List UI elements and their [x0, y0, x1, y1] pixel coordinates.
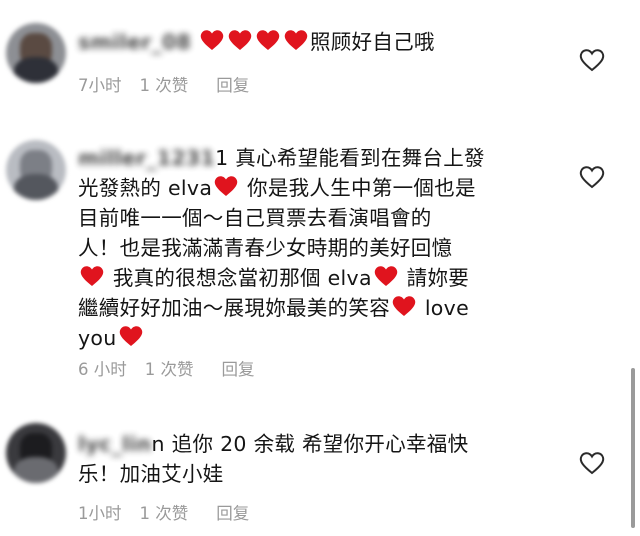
comment-line: 光發熱的 elva 你是我人生中第一個也是 — [78, 176, 476, 200]
comment-line: n 追你 20 余载 希望你开心幸福快 — [152, 432, 469, 456]
heart-emoji-icon — [80, 266, 104, 286]
comment-text: smiler_08 照顾好自己哦 — [78, 27, 548, 57]
heart-outline-icon[interactable] — [578, 164, 606, 190]
avatar[interactable] — [6, 140, 66, 200]
comment-time: 7小时 — [78, 76, 122, 95]
heart-emoji-icon — [256, 30, 280, 50]
heart-emoji-icon — [119, 326, 142, 346]
reply-button[interactable]: 回复 — [216, 500, 249, 524]
comment-line: 目前唯一一個～自己買票去看演唱會的 — [78, 206, 432, 230]
comment-meta: 6 小时 1 次赞 回复 — [78, 356, 255, 380]
comment-line: 1 真心希望能看到在舞台上發 — [215, 146, 485, 170]
comment-line: 人！也是我滿滿青春少女時期的美好回憶 — [78, 236, 452, 260]
comment-likes-count[interactable]: 1 次赞 — [140, 72, 189, 96]
comment-time: 1小时 — [78, 504, 122, 523]
avatar[interactable] — [6, 23, 66, 83]
comment-text-run: 目前唯一一個～自己買票去看演唱會的 — [78, 206, 432, 230]
comment-likes-count[interactable]: 1 次赞 — [145, 356, 194, 380]
comment-line: 乐！加油艾小娃 — [78, 462, 224, 486]
heart-outline-icon[interactable] — [578, 47, 606, 73]
heart-emoji-icon — [284, 30, 308, 50]
heart-outline-icon[interactable] — [578, 450, 606, 476]
heart-emoji-icon — [374, 266, 398, 286]
reply-button[interactable]: 回复 — [222, 356, 255, 380]
comment-text-run: 你是我人生中第一個也是 — [240, 176, 476, 200]
heart-emoji-icon — [214, 176, 238, 196]
comment-text-run: 人！也是我滿滿青春少女時期的美好回憶 — [78, 236, 453, 260]
comment-line: 照顾好自己哦 — [198, 30, 435, 54]
heart-emoji-icon — [200, 30, 224, 50]
comment-meta: 1小时 1 次赞 回复 — [78, 500, 249, 524]
reply-button[interactable]: 回复 — [216, 72, 249, 96]
comment-text-run: 請妳要 — [399, 266, 470, 290]
comment-text: miller_12311 真心希望能看到在舞台上發 光發熱的 elva 你是我人… — [78, 143, 548, 353]
comment-line: 繼續好好加油～展現妳最美的笑容 love — [78, 296, 469, 320]
comment-text: lyc_linn 追你 20 余载 希望你开心幸福快 乐！加油艾小娃 — [78, 429, 548, 489]
heart-emoji-icon — [228, 30, 252, 50]
comment-username[interactable]: smiler_08 — [78, 27, 191, 57]
comment-text-run: 照顾好自己哦 — [309, 30, 435, 54]
comment-username[interactable]: miller_1231 — [78, 143, 215, 173]
scrollbar[interactable] — [631, 368, 635, 528]
avatar[interactable] — [6, 423, 66, 483]
comment-text-run: 我真的很想念當初那個 elva — [106, 266, 372, 290]
comment-likes-count[interactable]: 1 次赞 — [140, 500, 189, 524]
comment-meta: 7小时 1 次赞 回复 — [78, 72, 249, 96]
comment-line: you — [78, 326, 145, 350]
comment-line: 我真的很想念當初那個 elva 請妳要 — [78, 266, 469, 290]
comment-text-run: 光發熱的 elva — [78, 176, 213, 200]
comment-text-run: 1 真心希望能看到在舞台上發 — [215, 146, 485, 170]
comment-text-run: 繼續好好加油～展現妳最美的笑容 — [78, 296, 390, 320]
comment-time: 6 小时 — [78, 360, 127, 379]
comment-username[interactable]: lyc_lin — [78, 429, 152, 459]
comment-text-run: n 追你 20 余载 希望你开心幸福快 — [151, 432, 469, 456]
comment-text-run: 乐！加油艾小娃 — [78, 462, 224, 486]
heart-emoji-icon — [392, 296, 416, 316]
comment-text-run: love — [418, 296, 469, 320]
comment-text-run: you — [78, 326, 117, 350]
